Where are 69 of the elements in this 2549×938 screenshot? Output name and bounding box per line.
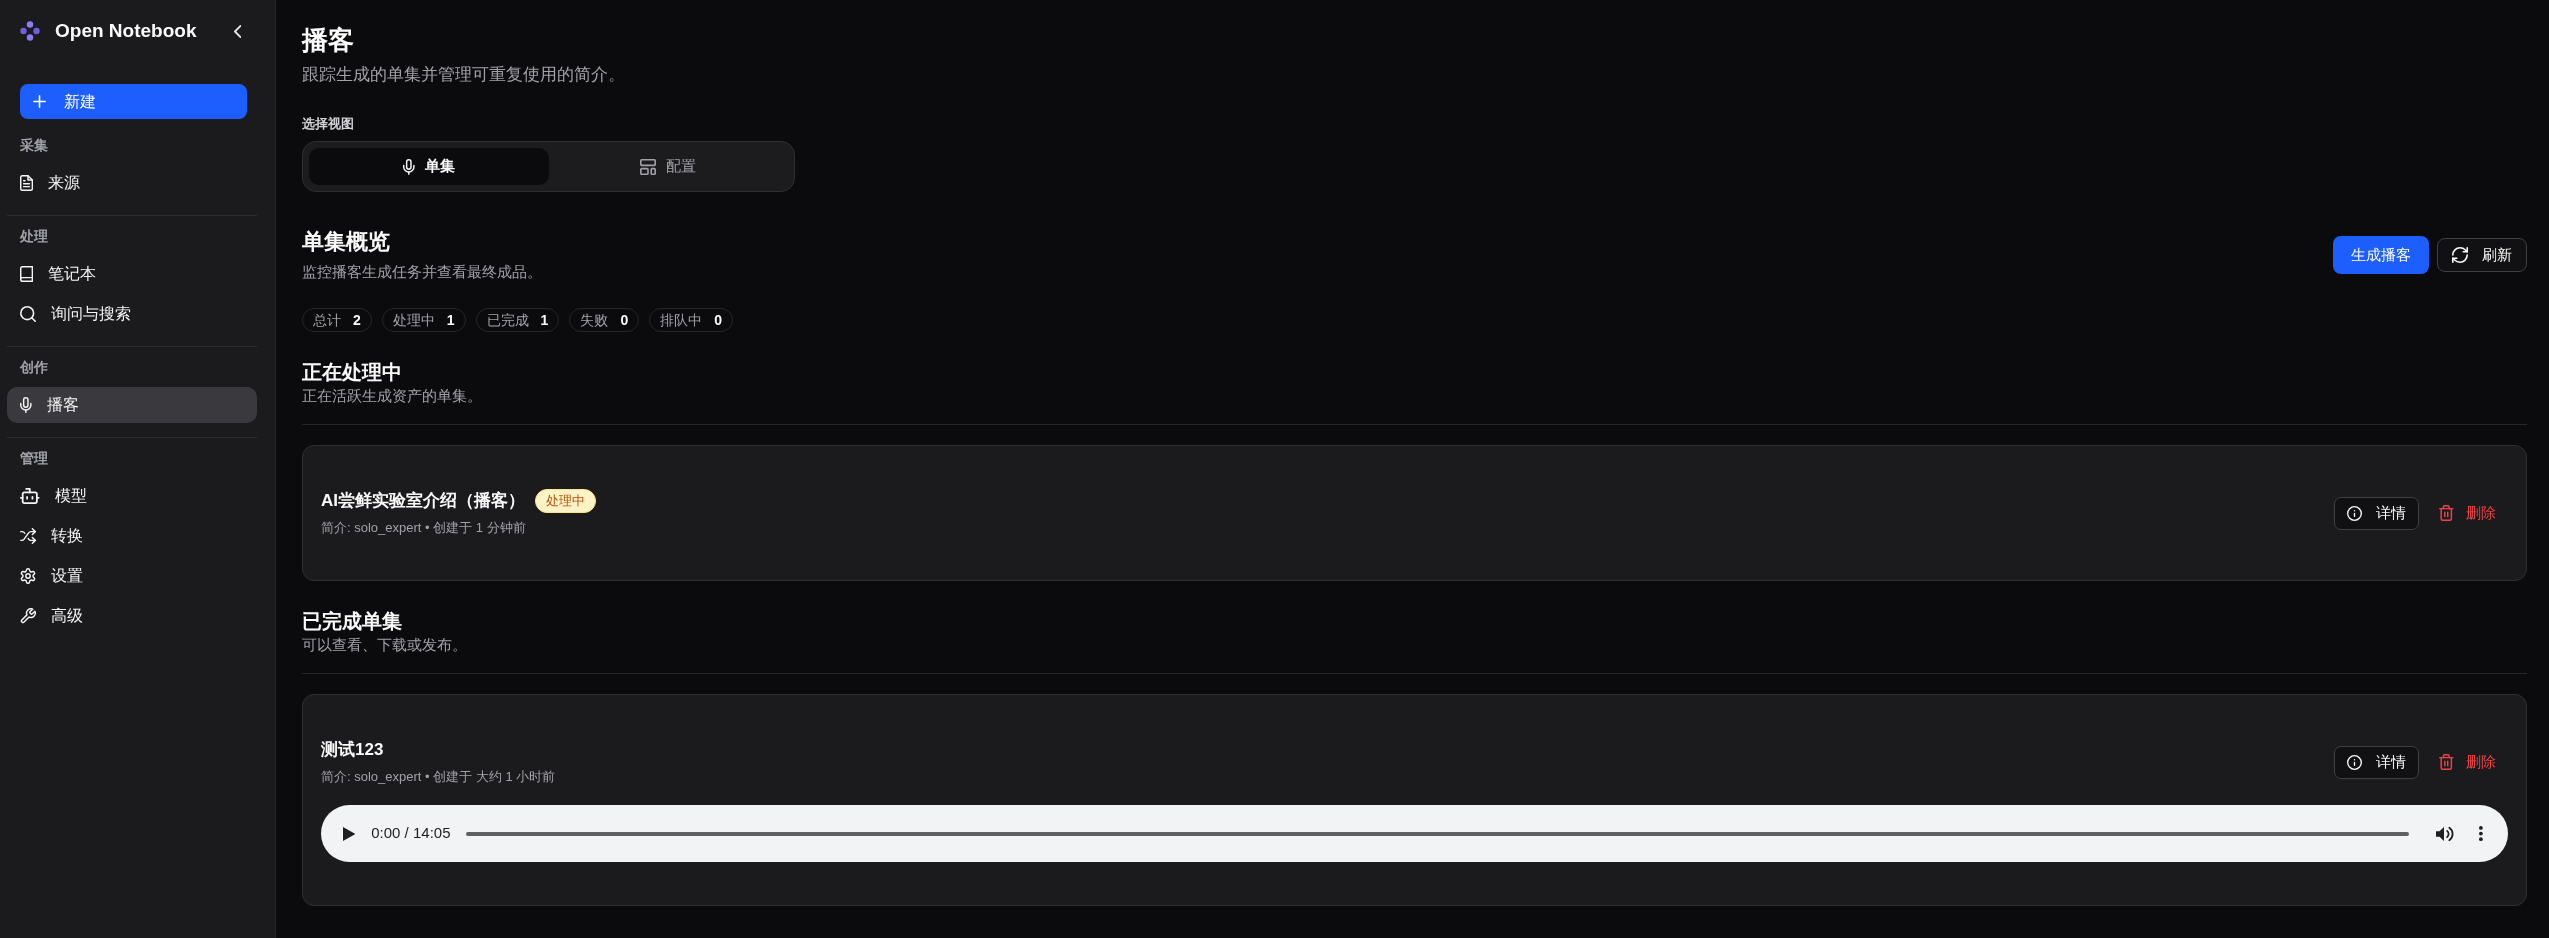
search-icon — [20, 306, 36, 322]
dots-logo-icon — [20, 21, 40, 41]
episode-meta: 简介: solo_expert • 创建于 1 分钟前 — [321, 519, 527, 537]
page-title: 播客 — [302, 24, 355, 57]
page-subtitle: 跟踪生成的单集并管理可重复使用的简介。 — [302, 64, 626, 86]
stat-label: 排队中 — [660, 310, 703, 330]
details-button[interactable]: 详情 — [2334, 745, 2420, 779]
episode-title: 测试123 — [321, 739, 384, 761]
section-subtitle: 监控播客生成任务并查看最终成品。 — [302, 262, 542, 282]
status-badge: 处理中 — [535, 489, 596, 513]
section-title: 正在处理中 — [302, 360, 403, 385]
episode-meta: 简介: solo_expert • 创建于 大约 1 小时前 — [321, 768, 556, 786]
robot-icon — [20, 488, 40, 504]
stat-label: 已完成 — [486, 310, 529, 330]
play-icon[interactable] — [343, 826, 356, 841]
sidebar-item[interactable]: 播客 — [7, 387, 257, 423]
chevron-left-icon[interactable] — [233, 24, 241, 38]
stat-label: 总计 — [313, 310, 341, 330]
section-label: 处理 — [19, 227, 49, 246]
settings-icon — [20, 568, 36, 584]
section-label: 创作 — [19, 358, 49, 377]
details-button[interactable]: 详情 — [2334, 496, 2420, 530]
sidebar-item[interactable]: 高级 — [7, 598, 257, 634]
sidebar-item[interactable]: 模型 — [7, 478, 257, 514]
section-title: 已完成单集 — [302, 609, 403, 634]
book-icon — [20, 266, 34, 282]
time-display: 0:00 / 14:05 — [371, 823, 451, 844]
refresh-icon — [2452, 247, 2468, 263]
stat-label: 失败 — [580, 310, 609, 330]
sidebar-item[interactable]: 笔记本 — [7, 256, 257, 292]
section-title: 单集概览 — [302, 228, 391, 256]
info-icon — [2347, 505, 2363, 521]
stat-count: 1 — [446, 310, 455, 330]
section-label: 管理 — [19, 449, 49, 468]
stat-count: 0 — [620, 310, 629, 330]
microphone-icon — [402, 158, 415, 175]
episode-title: AI尝鲜实验室介绍（播客） — [321, 490, 525, 512]
info-icon — [2347, 754, 2363, 770]
seek-track[interactable] — [466, 831, 2409, 836]
view-tab[interactable]: 配置 — [548, 148, 788, 185]
view-label: 选择视图 — [302, 115, 355, 133]
layout-icon — [640, 158, 657, 175]
volume-icon[interactable] — [2435, 825, 2455, 842]
delete-button[interactable]: 删除 — [2427, 496, 2508, 530]
stat-label: 处理中 — [392, 310, 435, 330]
plus-icon — [33, 95, 46, 108]
document-icon — [20, 175, 34, 191]
stat-count: 1 — [540, 310, 549, 330]
sidebar-item[interactable]: 询问与搜索 — [7, 296, 257, 332]
wrench-icon — [20, 608, 36, 624]
section-subtitle: 可以查看、下载或发布。 — [302, 635, 468, 655]
view-tab[interactable]: 单集 — [309, 148, 549, 185]
more-icon[interactable] — [2479, 826, 2483, 841]
delete-button[interactable]: 删除 — [2427, 745, 2508, 779]
generate-button[interactable]: 生成播客 — [2333, 236, 2429, 274]
sidebar-item[interactable]: 设置 — [7, 558, 257, 594]
new-button[interactable]: 新建 — [20, 84, 247, 119]
stat-count: 0 — [714, 310, 722, 330]
app-name: Open Notebook — [55, 18, 197, 43]
shuffle-icon — [20, 528, 36, 544]
microphone-icon — [20, 397, 32, 413]
section-subtitle: 正在活跃生成资产的单集。 — [302, 386, 483, 406]
stat-count: 2 — [353, 310, 361, 330]
section-label: 采集 — [19, 136, 49, 155]
sidebar-item[interactable]: 转换 — [7, 518, 257, 554]
refresh-button[interactable]: 刷新 — [2437, 238, 2527, 272]
trash-icon — [2439, 505, 2454, 521]
trash-icon — [2439, 754, 2454, 770]
sidebar-item[interactable]: 来源 — [7, 165, 257, 201]
